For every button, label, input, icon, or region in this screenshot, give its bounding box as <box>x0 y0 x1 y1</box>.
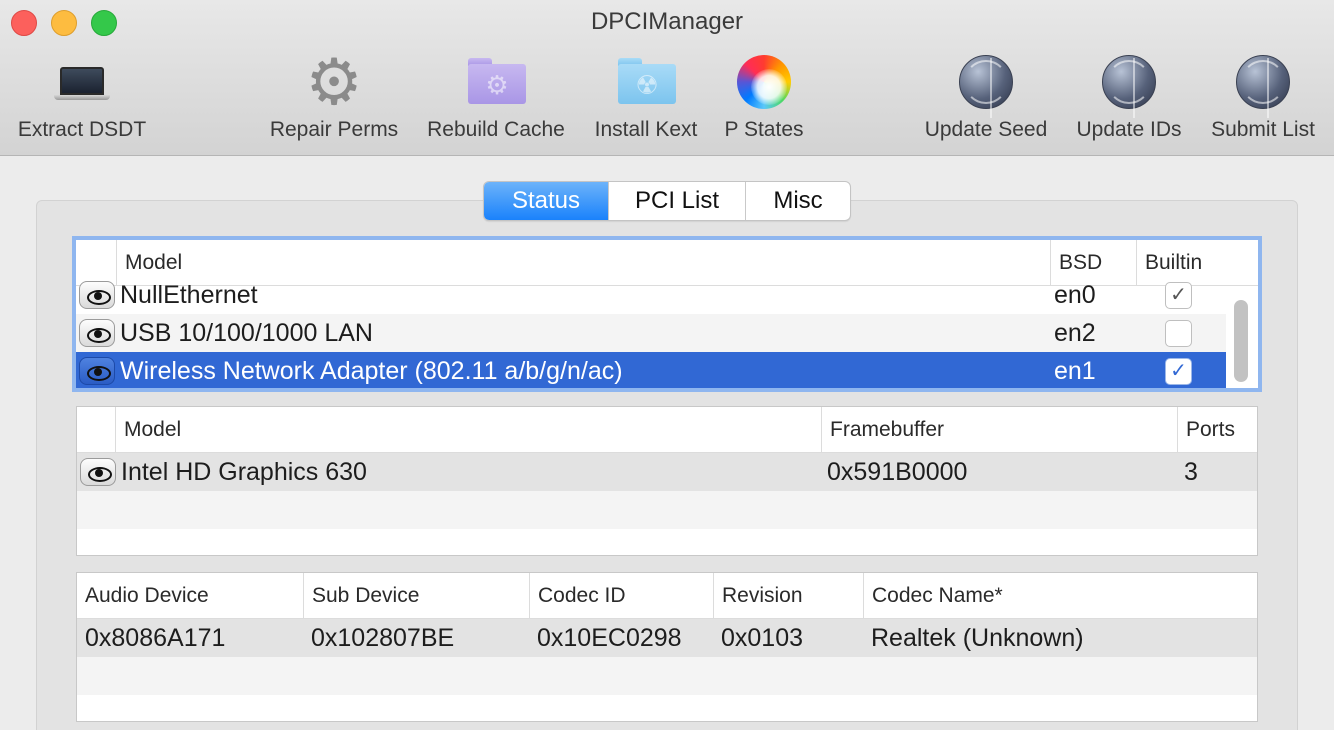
p-states-button[interactable]: P States <box>718 50 810 150</box>
globe-icon <box>1236 55 1290 118</box>
cell-bsd: en0 <box>1054 281 1096 309</box>
globe-icon <box>1102 55 1156 118</box>
extract-dsdt-button[interactable]: Extract DSDT <box>6 50 158 150</box>
cell-revision: 0x0103 <box>721 624 804 652</box>
table-row[interactable]: NullEthernet en0 ✓ <box>76 276 1226 314</box>
tab-misc[interactable]: Misc <box>746 182 850 220</box>
column-header-codec-id[interactable]: Codec ID <box>529 573 713 619</box>
cell-audio-device: 0x8086A171 <box>85 624 226 652</box>
color-wheel-icon <box>737 55 791 109</box>
builtin-checkbox[interactable]: ✓ <box>1165 282 1192 309</box>
tab-bar: Status PCI List Misc <box>483 181 851 221</box>
cell-model: NullEthernet <box>120 281 258 309</box>
cell-model: USB 10/100/1000 LAN <box>120 319 373 347</box>
update-seed-button[interactable]: Update Seed <box>916 50 1056 150</box>
rebuild-cache-button[interactable]: ⚙ Rebuild Cache <box>418 50 574 150</box>
cell-framebuffer: 0x591B0000 <box>827 458 968 486</box>
column-header-model[interactable]: Model <box>115 407 821 453</box>
table-row[interactable]: Intel HD Graphics 630 0x591B0000 3 <box>77 453 1257 491</box>
tab-status[interactable]: Status <box>484 182 609 220</box>
empty-row <box>77 657 1257 695</box>
column-header-revision[interactable]: Revision <box>713 573 863 619</box>
cell-model: Wireless Network Adapter (802.11 a/b/g/n… <box>120 357 623 385</box>
eye-icon[interactable] <box>79 319 115 347</box>
column-header-sub-device[interactable]: Sub Device <box>303 573 529 619</box>
builtin-checkbox[interactable]: ✓ <box>1165 358 1192 385</box>
tab-pci-list[interactable]: PCI List <box>609 182 746 220</box>
globe-icon <box>959 55 1013 118</box>
empty-row <box>77 491 1257 529</box>
repair-perms-button[interactable]: ⚙ Repair Perms <box>262 50 406 150</box>
submit-list-button[interactable]: Submit List <box>1202 50 1324 150</box>
cell-model: Intel HD Graphics 630 <box>121 458 367 486</box>
graphics-table[interactable]: Model Framebuffer Ports Intel HD Graphic… <box>76 406 1258 556</box>
eye-icon[interactable] <box>80 458 116 486</box>
builtin-checkbox[interactable] <box>1165 320 1192 347</box>
folder-gear-icon: ⚙ <box>464 50 528 114</box>
cell-sub-device: 0x102807BE <box>311 624 455 652</box>
table-header: Model Framebuffer Ports <box>77 407 1257 453</box>
window-title: DPCIManager <box>590 8 744 35</box>
eye-icon[interactable] <box>79 357 115 385</box>
eye-icon[interactable] <box>79 281 115 309</box>
table-row[interactable]: 0x8086A171 0x102807BE 0x10EC0298 0x0103 … <box>77 619 1257 657</box>
column-header-framebuffer[interactable]: Framebuffer <box>821 407 1177 453</box>
gear-icon: ⚙ <box>305 46 363 118</box>
toolbar: DPCIManager Extract DSDT ⚙ Repair Perms … <box>0 0 1334 156</box>
laptop-icon <box>50 50 114 114</box>
network-table[interactable]: Model BSD Builtin NullEthernet en0 ✓ USB… <box>72 236 1262 392</box>
column-header-codec-name[interactable]: Codec Name* <box>863 573 1257 619</box>
table-header: Audio Device Sub Device Codec ID Revisio… <box>77 573 1257 619</box>
table-row[interactable]: USB 10/100/1000 LAN en2 <box>76 314 1226 352</box>
cell-codec-id: 0x10EC0298 <box>537 624 682 652</box>
column-header-audio-device[interactable]: Audio Device <box>77 573 303 619</box>
update-ids-button[interactable]: Update IDs <box>1068 50 1190 150</box>
cell-codec-name: Realtek (Unknown) <box>871 624 1084 652</box>
cell-bsd: en1 <box>1054 357 1096 385</box>
install-kext-button[interactable]: ☢ Install Kext <box>586 50 706 150</box>
table-row-selected[interactable]: Wireless Network Adapter (802.11 a/b/g/n… <box>76 352 1226 388</box>
column-header-ports[interactable]: Ports <box>1177 407 1257 453</box>
audio-table[interactable]: Audio Device Sub Device Codec ID Revisio… <box>76 572 1258 722</box>
cell-ports: 3 <box>1184 458 1198 486</box>
cell-bsd: en2 <box>1054 319 1096 347</box>
folder-radiation-icon: ☢ <box>614 50 678 114</box>
vertical-scrollbar[interactable] <box>1234 300 1248 382</box>
